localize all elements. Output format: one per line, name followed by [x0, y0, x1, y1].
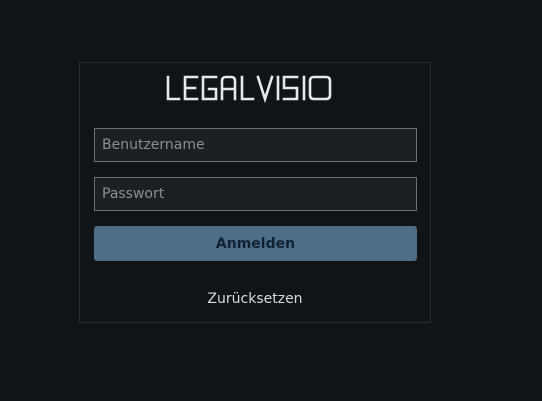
password-input[interactable] [94, 177, 417, 211]
username-input[interactable] [94, 128, 417, 162]
reset-link[interactable]: Zurücksetzen [80, 291, 430, 307]
legalvisio-logo [80, 73, 430, 105]
login-button[interactable]: Anmelden [94, 226, 417, 261]
login-card: Anmelden Zurücksetzen [79, 62, 431, 323]
